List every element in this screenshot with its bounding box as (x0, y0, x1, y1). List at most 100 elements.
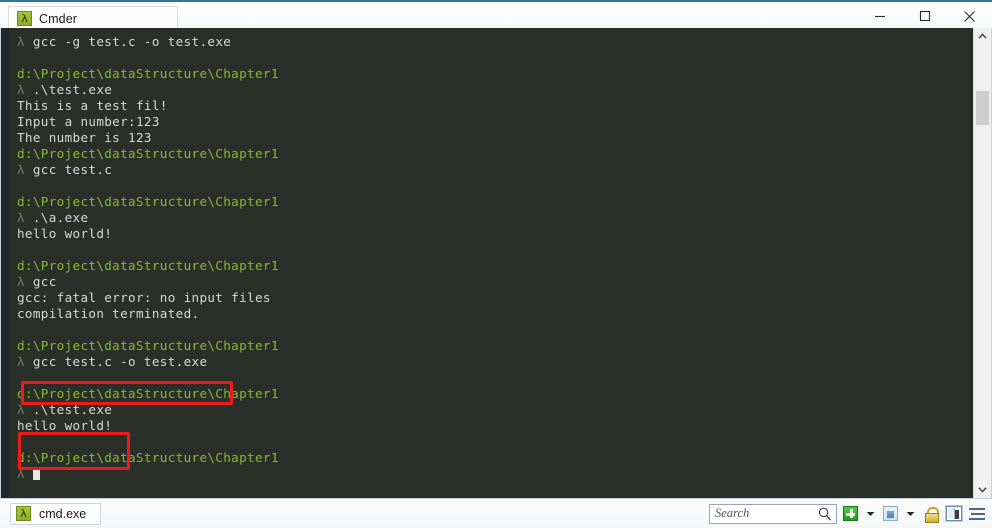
green-plus-icon (843, 506, 858, 521)
terminal-line: d:\Project\dataStructure\Chapter1 (17, 338, 973, 354)
scroll-up-button[interactable] (974, 28, 991, 45)
new-console-button[interactable] (841, 504, 860, 523)
terminal-command: gcc test.c -o test.exe (32, 354, 208, 369)
title-bar[interactable]: λ Cmder (0, 0, 992, 30)
status-bar: λ cmd.exe (0, 498, 992, 528)
minimize-icon (874, 15, 885, 18)
terminal-path: d:\Project\dataStructure\Chapter1 (17, 450, 279, 465)
terminal-line: compilation terminated. (17, 306, 973, 322)
terminal-command: gcc test.c (32, 162, 113, 177)
terminal-path: d:\Project\dataStructure\Chapter1 (17, 258, 279, 273)
terminal-line: λ .\test.exe (17, 402, 973, 418)
close-icon (964, 10, 975, 22)
terminal-line: d:\Project\dataStructure\Chapter1 (17, 450, 973, 466)
chevron-up-icon (978, 33, 987, 39)
prompt-symbol: λ (17, 162, 33, 177)
scroll-down-button[interactable] (974, 481, 991, 498)
terminal-line: λ gcc test.c (17, 162, 973, 178)
terminal-line: hello world! (17, 226, 973, 242)
panel-icon (945, 506, 962, 521)
lock-icon (924, 506, 939, 523)
search-input[interactable] (715, 506, 816, 521)
window-tab-cmder[interactable]: λ Cmder (8, 6, 178, 30)
search-box[interactable] (709, 503, 837, 524)
prompt-symbol: λ (17, 466, 33, 481)
terminal-output-text: gcc: fatal error: no input files (17, 290, 271, 305)
terminal-scrollbar[interactable] (973, 28, 991, 498)
text-cursor (32, 467, 40, 480)
tab-strip: λ Cmder (8, 2, 178, 30)
minimize-button[interactable] (857, 2, 902, 30)
lambda-icon: λ (16, 506, 31, 521)
cmder-window: λ Cmder λ gcc -g test.c -o test.exe d:\P… (0, 0, 992, 528)
maximize-icon (919, 10, 930, 22)
terminal-screen[interactable]: λ gcc -g test.c -o test.exe d:\Project\d… (9, 28, 973, 498)
terminal-command: gcc (32, 274, 57, 289)
terminal-line: λ (17, 466, 973, 482)
console-area: λ gcc -g test.c -o test.exe d:\Project\d… (0, 28, 992, 498)
close-button[interactable] (947, 2, 992, 30)
menu-button[interactable] (967, 504, 986, 523)
terminal-line: d:\Project\dataStructure\Chapter1 (17, 386, 973, 402)
active-console-button[interactable] (881, 504, 900, 523)
maximize-button[interactable] (902, 2, 947, 30)
prompt-symbol: λ (17, 82, 33, 97)
prompt-symbol: λ (17, 210, 33, 225)
terminal-line: d:\Project\dataStructure\Chapter1 (17, 258, 973, 274)
window-tab-label: Cmder (39, 11, 78, 26)
terminal-output-text: hello world! (17, 226, 113, 241)
terminal-path: d:\Project\dataStructure\Chapter1 (17, 338, 279, 353)
terminal-line: hello world! (17, 418, 973, 434)
terminal-line: gcc: fatal error: no input files (17, 290, 973, 306)
scrollbar-thumb[interactable] (976, 91, 989, 125)
terminal-line: d:\Project\dataStructure\Chapter1 (17, 66, 973, 82)
terminal-line: Input a number:123 (17, 114, 973, 130)
terminal-left-gutter (1, 28, 9, 498)
terminal-command: gcc -g test.c -o test.exe (32, 34, 232, 49)
console-tab-label: cmd.exe (39, 506, 87, 521)
terminal-line: λ gcc -g test.c -o test.exe (17, 34, 973, 50)
prompt-symbol: λ (17, 274, 33, 289)
terminal-output-text: This is a test fil! (17, 98, 168, 113)
prompt-symbol: λ (17, 402, 33, 417)
terminal-path: d:\Project\dataStructure\Chapter1 (17, 146, 279, 161)
search-icon (818, 507, 832, 521)
terminal-command: .\test.exe (32, 82, 113, 97)
terminal-line: λ .\a.exe (17, 210, 973, 226)
window-controls (857, 2, 992, 30)
terminal-line: d:\Project\dataStructure\Chapter1 (17, 146, 973, 162)
chevron-down-icon (978, 487, 987, 493)
new-console-dropdown[interactable] (864, 504, 877, 523)
scrollbar-track[interactable] (974, 45, 991, 481)
terminal-line: λ .\test.exe (17, 82, 973, 98)
terminal-line: λ gcc test.c -o test.exe (17, 354, 973, 370)
chevron-down-icon (906, 511, 915, 516)
terminal-line: d:\Project\dataStructure\Chapter1 (17, 194, 973, 210)
toggle-panel-button[interactable] (944, 504, 963, 523)
terminal-output-text: compilation terminated. (17, 306, 200, 321)
chevron-down-icon (866, 511, 875, 516)
terminal-path: d:\Project\dataStructure\Chapter1 (17, 194, 279, 209)
hamburger-menu-icon (968, 507, 985, 521)
terminal-command: .\test.exe (32, 402, 113, 417)
terminal-line: This is a test fil! (17, 98, 973, 114)
terminal-command: .\a.exe (32, 210, 89, 225)
lock-button[interactable] (921, 504, 940, 523)
window-icon (883, 506, 898, 521)
terminal-output-text: hello world! (17, 418, 113, 433)
terminal-output-text: Input a number:123 (17, 114, 160, 129)
prompt-symbol: λ (17, 34, 33, 49)
terminal-line: λ gcc (17, 274, 973, 290)
terminal-output: λ gcc -g test.c -o test.exe d:\Project\d… (9, 34, 973, 482)
terminal-path: d:\Project\dataStructure\Chapter1 (17, 66, 279, 81)
prompt-symbol: λ (17, 354, 33, 369)
console-tab-cmd[interactable]: λ cmd.exe (10, 502, 102, 525)
lambda-icon: λ (17, 11, 32, 26)
active-console-dropdown[interactable] (904, 504, 917, 523)
